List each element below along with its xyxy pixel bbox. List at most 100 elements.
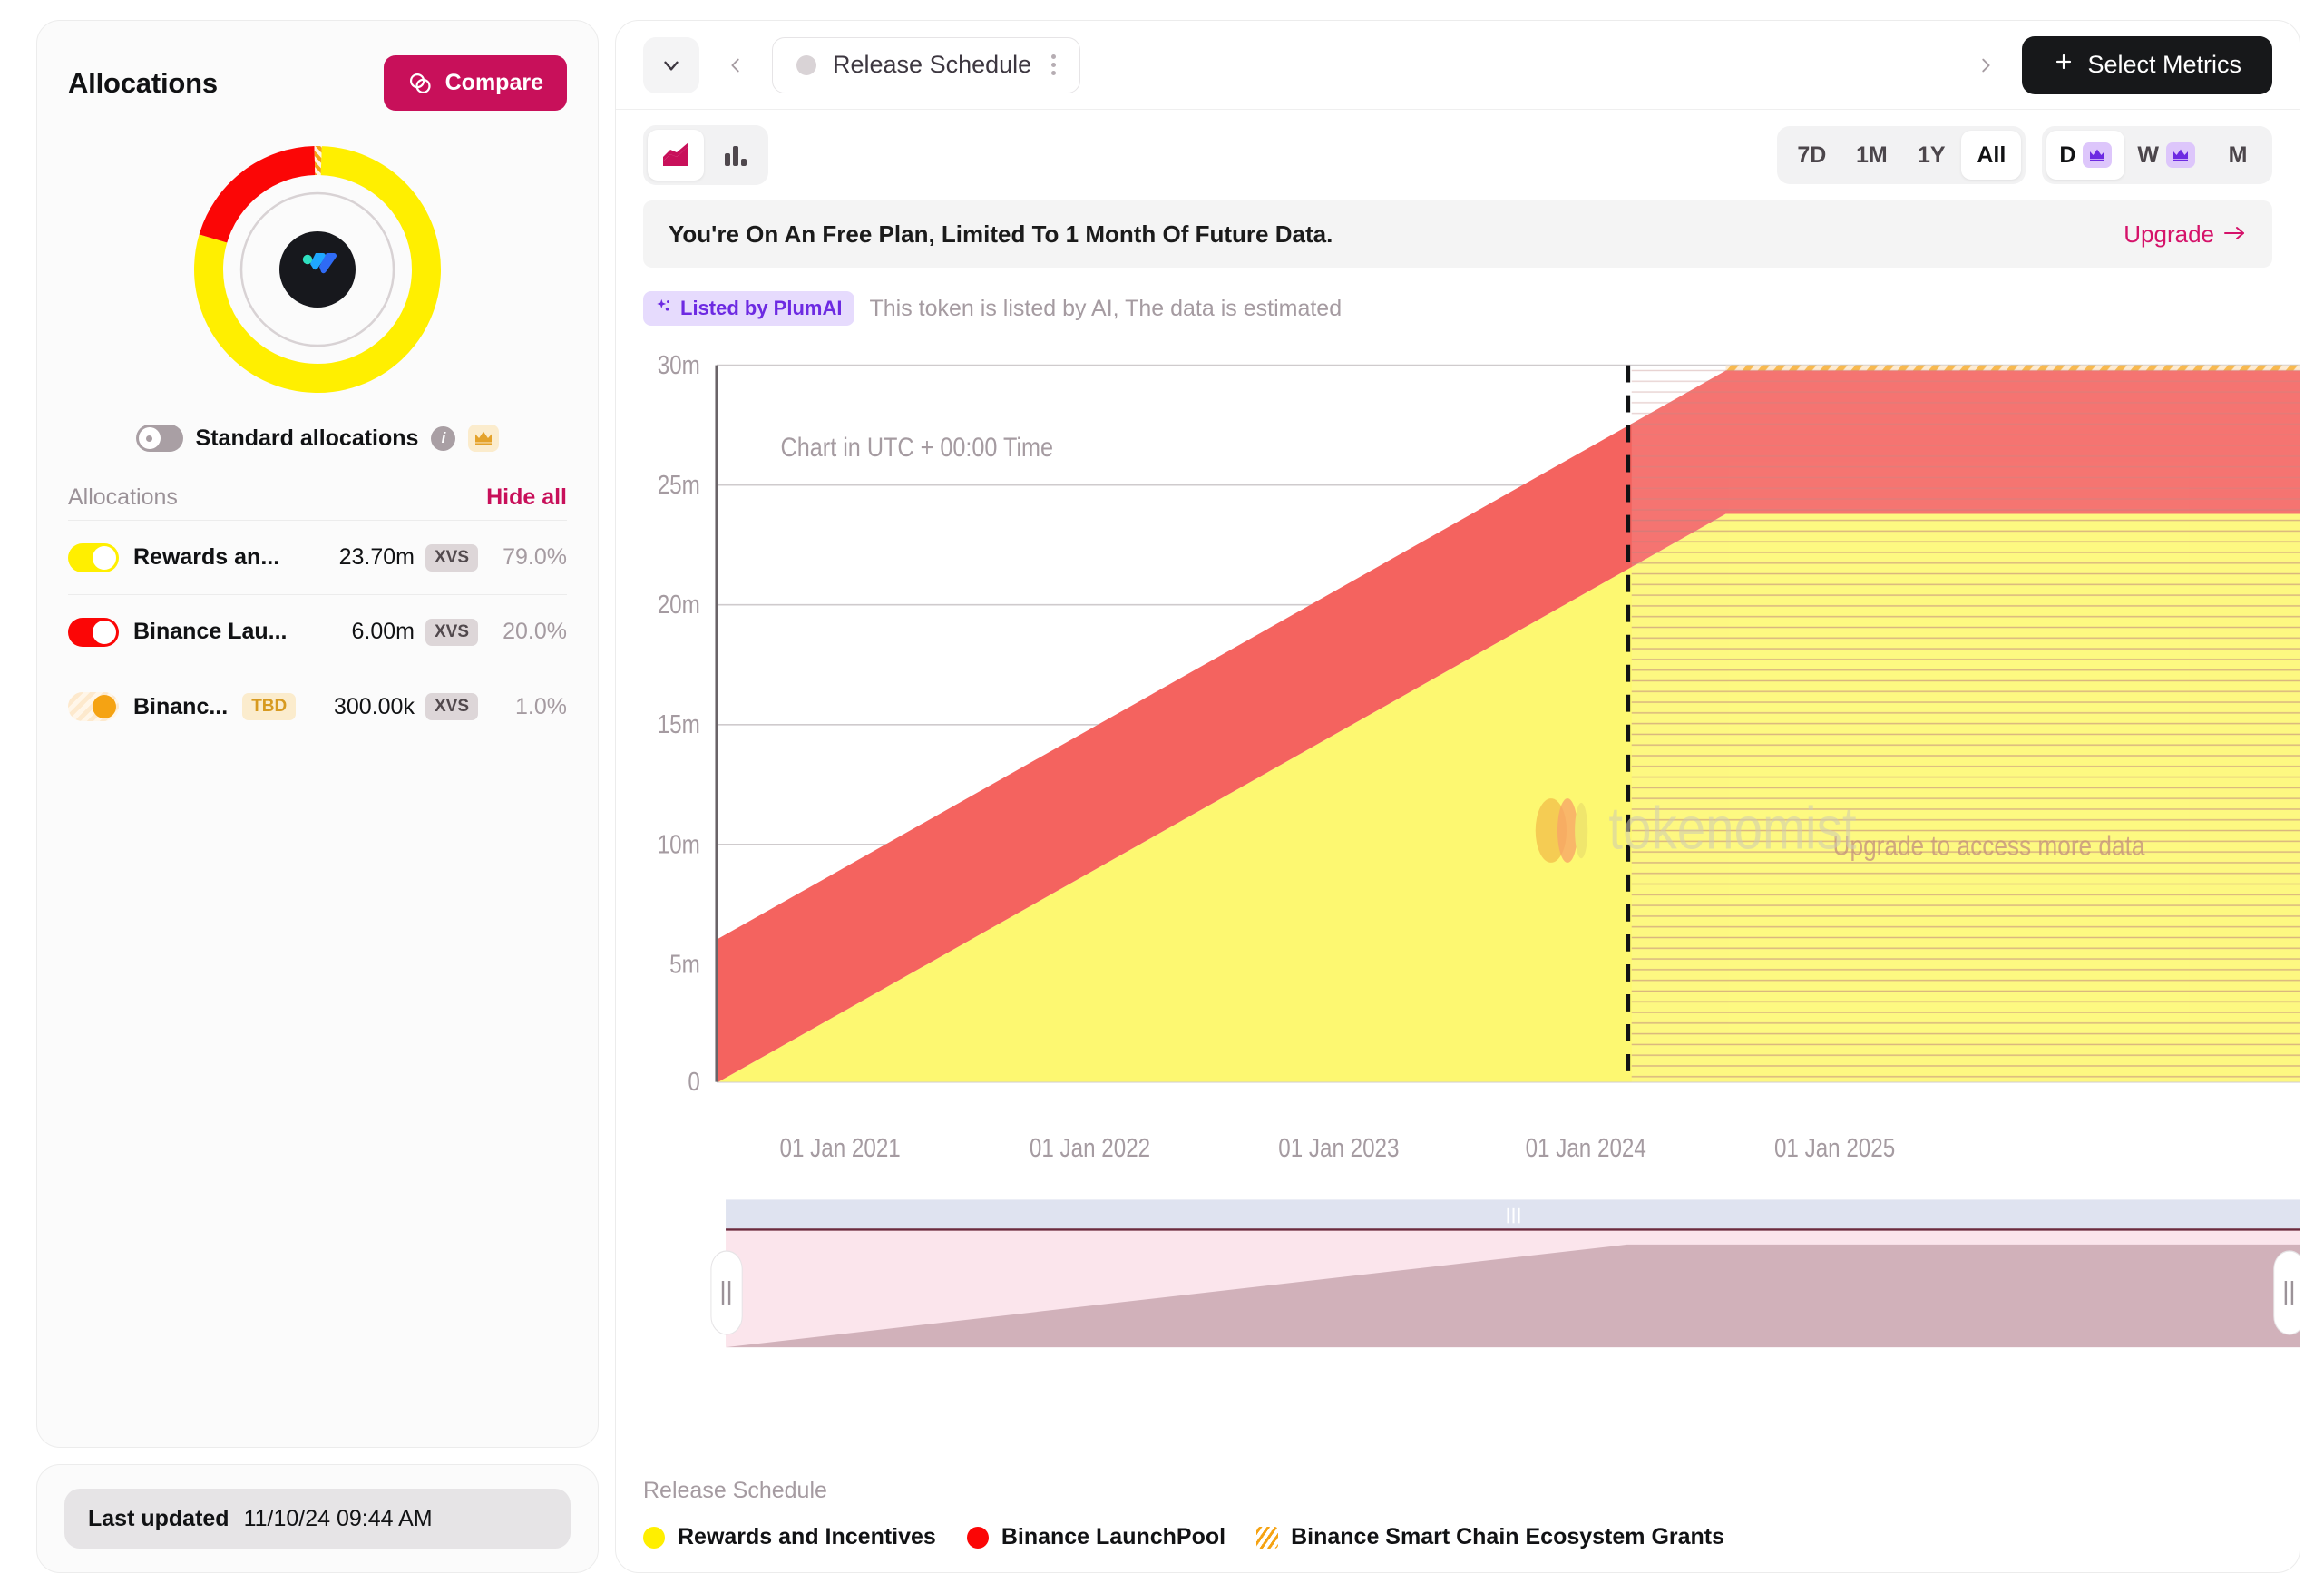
allocation-ticker: XVS	[425, 693, 478, 720]
interval-selector-group: D W M	[2042, 126, 2272, 184]
list-item[interactable]: Rewards an... 23.70m XVS 79.0%	[68, 521, 567, 595]
allocations-list-header: Allocations Hide all	[68, 484, 567, 520]
allocation-name: Rewards an...	[133, 544, 280, 570]
tab-color-dot	[796, 54, 816, 75]
chart-timezone-note: Chart in UTC + 00:00 Time	[781, 432, 1054, 462]
hide-all-button[interactable]: Hide all	[486, 484, 567, 511]
range-button-1m[interactable]: 1M	[1841, 131, 1901, 180]
y-tick-label: 5m	[669, 950, 700, 979]
allocations-panel: Allocations Compare Standard allocations…	[36, 20, 599, 1573]
range-button-7d[interactable]: 7D	[1782, 131, 1841, 180]
legend-label: Binance LaunchPool	[1001, 1524, 1226, 1549]
legend-item-grants[interactable]: Binance Smart Chain Ecosystem Grants	[1256, 1524, 1724, 1550]
allocation-percent: 1.0%	[515, 693, 567, 719]
y-tick-label: 0	[688, 1067, 699, 1096]
info-icon[interactable]: i	[431, 425, 456, 451]
allocations-card: Allocations Compare Standard allocations…	[36, 20, 599, 1448]
ai-note: This token is listed by AI, The data is …	[869, 295, 1343, 321]
x-tick-label: 01 Jan 2023	[1278, 1133, 1399, 1162]
chevron-left-icon[interactable]	[716, 37, 756, 93]
compare-icon	[407, 71, 433, 96]
standard-allocations-row: Standard allocations i	[68, 425, 567, 452]
allocation-visibility-toggle[interactable]	[68, 692, 119, 721]
plus-icon	[2053, 51, 2075, 79]
interval-button-m[interactable]: M	[2208, 131, 2268, 180]
range-button-1y[interactable]: 1Y	[1901, 131, 1961, 180]
x-tick-label: 01 Jan 2022	[1030, 1133, 1150, 1162]
y-tick-label: 30m	[658, 350, 700, 379]
range-selector-group: 7D 1M 1Y All	[1777, 126, 2026, 184]
allocations-list-label: Allocations	[68, 484, 178, 510]
legend-label: Rewards and Incentives	[678, 1524, 936, 1549]
chart-type-group	[643, 125, 768, 185]
y-tick-label: 15m	[658, 709, 700, 738]
tab-release-schedule[interactable]: Release Schedule	[772, 36, 1081, 93]
legend-color-dot	[966, 1526, 989, 1549]
crown-icon	[2083, 142, 2113, 168]
x-tick-label: 01 Jan 2021	[780, 1133, 901, 1162]
legend-item-launchpool[interactable]: Binance LaunchPool	[966, 1524, 1226, 1550]
allocation-ticker: XVS	[425, 618, 478, 646]
select-metrics-label: Select Metrics	[2087, 51, 2241, 78]
chevron-right-icon[interactable]	[1966, 37, 2006, 93]
crown-icon	[2166, 142, 2195, 168]
brush-handle-right[interactable]	[2273, 1250, 2300, 1335]
standard-allocations-label: Standard allocations	[195, 425, 419, 451]
standard-allocations-toggle[interactable]	[135, 425, 183, 452]
interval-button-d[interactable]: D	[2046, 131, 2125, 180]
allocation-visibility-toggle[interactable]	[68, 617, 119, 647]
list-item[interactable]: Binanc... TBD 300.00k XVS 1.0%	[68, 669, 567, 744]
allocation-donut-chart	[68, 138, 567, 401]
sparkle-icon	[656, 297, 672, 320]
chart-svg: 30m 25m 20m 15m 10m 5m 0 Chart in UTC + …	[658, 350, 2300, 1348]
brush-handle-left[interactable]	[710, 1250, 743, 1335]
plumai-badge-label: Listed by PlumAI	[680, 297, 843, 319]
status-badge: TBD	[242, 693, 297, 720]
upgrade-button[interactable]: Upgrade	[2124, 220, 2247, 249]
bar-chart-icon[interactable]	[708, 130, 764, 181]
y-tick-label: 20m	[658, 590, 700, 619]
legend-item-rewards[interactable]: Rewards and Incentives	[643, 1524, 936, 1550]
interval-label-d: D	[2059, 142, 2076, 168]
chart-range-brush[interactable]	[710, 1199, 2300, 1348]
y-tick-label: 10m	[658, 830, 700, 859]
chart-legend: Release Schedule Rewards and Incentives …	[616, 1478, 2300, 1572]
chart-toolbar: 7D 1M 1Y All D W M	[616, 110, 2300, 200]
compare-label: Compare	[444, 70, 543, 95]
compare-button[interactable]: Compare	[383, 55, 567, 111]
last-updated-value: 11/10/24 09:44 AM	[243, 1505, 433, 1531]
app-root: Allocations Compare Standard allocations…	[0, 0, 2324, 1593]
chevron-down-icon[interactable]	[643, 36, 699, 93]
allocation-visibility-toggle[interactable]	[68, 542, 119, 572]
legend-color-dot	[643, 1526, 665, 1549]
kebab-menu-icon[interactable]	[1051, 54, 1057, 75]
allocation-ticker: XVS	[425, 543, 478, 572]
upgrade-label: Upgrade	[2124, 220, 2214, 248]
release-schedule-chart[interactable]: 30m 25m 20m 15m 10m 5m 0 Chart in UTC + …	[616, 335, 2300, 1478]
y-tick-label: 25m	[658, 470, 700, 499]
page-title: Allocations	[68, 66, 218, 99]
allocation-amount: 300.00k	[334, 693, 415, 719]
range-button-all[interactable]: All	[1961, 131, 2022, 180]
watermark-text: tokenomist	[1608, 795, 1856, 862]
allocation-amount: 6.00m	[351, 619, 415, 644]
plumai-badge: Listed by PlumAI	[643, 291, 855, 326]
chart-panel-header: Release Schedule Select Metrics	[616, 21, 2300, 110]
arrow-right-icon	[2223, 220, 2247, 249]
allocation-values: 23.70m XVS 79.0%	[339, 543, 567, 572]
allocation-percent: 20.0%	[503, 619, 567, 644]
chart-panel: Release Schedule Select Metrics 7D 1M 1Y…	[615, 20, 2300, 1573]
allocations-header: Allocations Compare	[68, 55, 567, 111]
allocation-name: Binanc...	[133, 693, 229, 719]
allocation-percent: 79.0%	[503, 544, 567, 570]
banner-text: You're On An Free Plan, Limited To 1 Mon…	[669, 220, 1333, 248]
crown-icon[interactable]	[468, 425, 500, 452]
free-plan-banner: You're On An Free Plan, Limited To 1 Mon…	[643, 200, 2272, 268]
area-chart-icon[interactable]	[648, 130, 704, 181]
last-updated-card: Last updated 11/10/24 09:44 AM	[36, 1464, 599, 1573]
list-item[interactable]: Binance Lau... 6.00m XVS 20.0%	[68, 595, 567, 669]
legend-title: Release Schedule	[643, 1478, 827, 1503]
interval-button-w[interactable]: W	[2124, 131, 2208, 180]
legend-label: Binance Smart Chain Ecosystem Grants	[1291, 1524, 1725, 1549]
select-metrics-button[interactable]: Select Metrics	[2022, 35, 2272, 94]
